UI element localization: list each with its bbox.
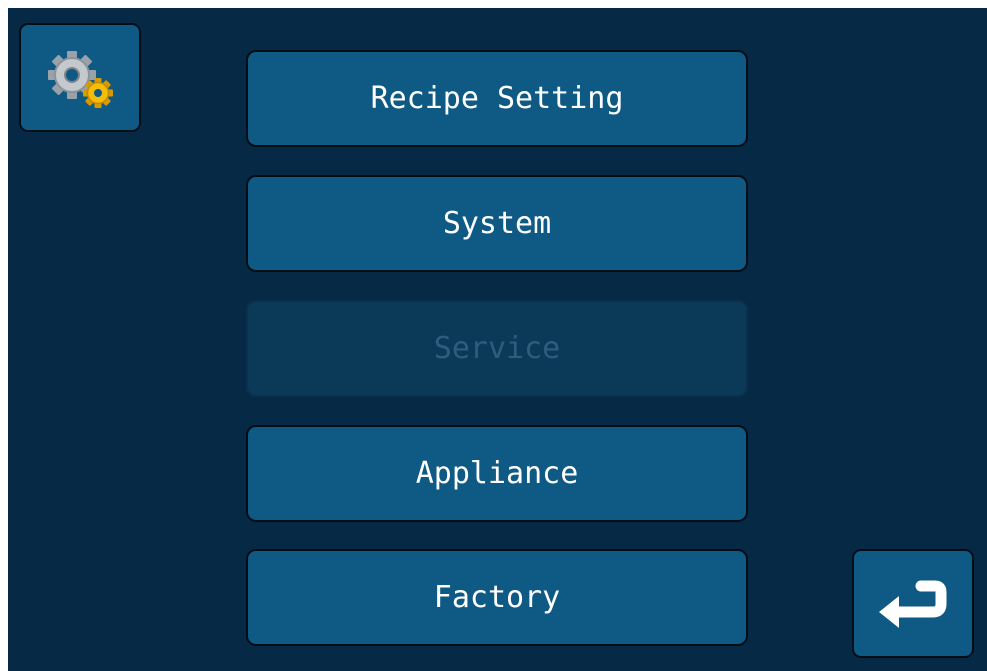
screen: Recipe Setting System Service Appliance … [0,0,987,671]
recipe-setting-button[interactable]: Recipe Setting [246,50,748,147]
factory-button[interactable]: Factory [246,549,748,646]
service-label: Service [433,331,561,366]
settings-button[interactable] [19,23,141,132]
service-button: Service [246,300,748,397]
factory-label: Factory [433,580,561,615]
return-arrow-icon [879,580,947,628]
appliance-label: Appliance [415,456,579,491]
system-button[interactable]: System [246,175,748,272]
recipe-setting-label: Recipe Setting [370,81,624,116]
settings-menu-panel: Recipe Setting System Service Appliance … [8,8,987,671]
gears-icon [48,50,113,108]
system-label: System [442,206,552,241]
back-button[interactable] [852,549,974,658]
appliance-button[interactable]: Appliance [246,425,748,522]
